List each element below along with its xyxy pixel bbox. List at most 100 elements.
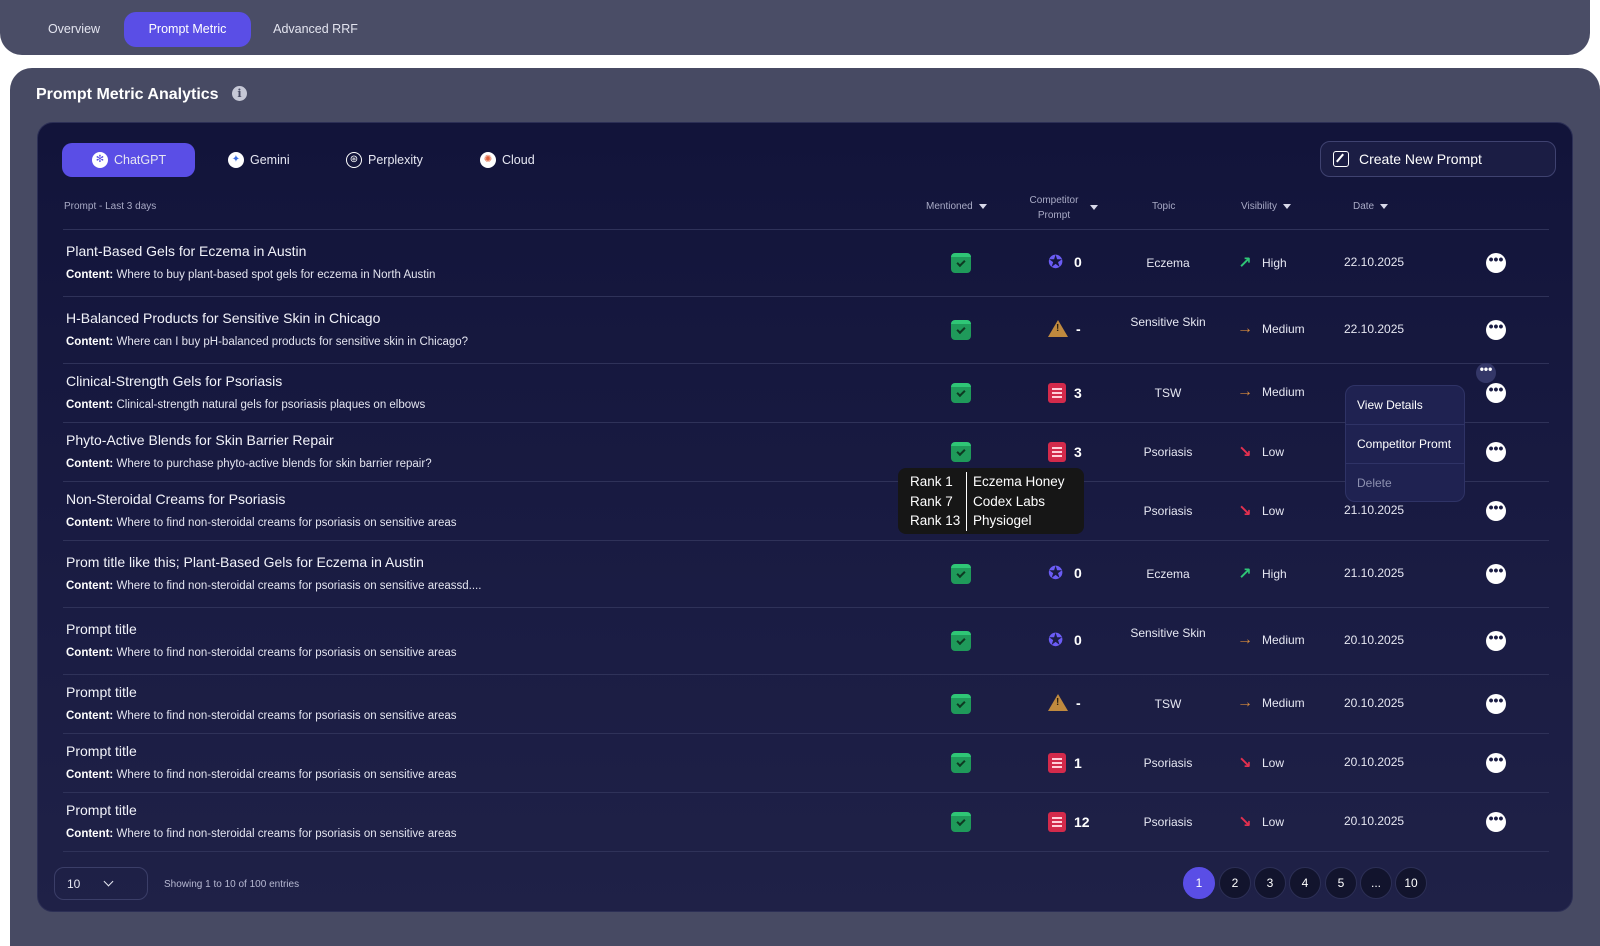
tab-gemini[interactable]: ✦ Gemini	[198, 143, 308, 177]
competitor-cell[interactable]: 12	[1048, 812, 1090, 832]
tab-label: Perplexity	[368, 153, 423, 167]
arrow-down-right-icon: ↘	[1238, 444, 1252, 461]
competitor-value: 3	[1074, 444, 1082, 460]
top-tab-bar: Overview Prompt Metric Advanced RRF	[0, 0, 1590, 55]
competitor-cell[interactable]: -	[1048, 320, 1081, 337]
date-cell: 22.10.2025	[1344, 255, 1405, 269]
menu-item-view-details[interactable]: View Details	[1346, 386, 1464, 425]
competitor-rank-tooltip: Rank 1 Eczema Honey Rank 7 Codex Labs Rank…	[898, 468, 1084, 534]
sort-caret-icon[interactable]	[1090, 205, 1098, 210]
table-row[interactable]: Clinical-Strength Gels for Psoriasis Con…	[38, 363, 1574, 422]
row-actions-menu: View Details Competitor Promt Delete	[1345, 385, 1465, 502]
topic-cell: Psoriasis	[1143, 815, 1193, 829]
header-mentioned[interactable]: Mentioned	[926, 201, 987, 212]
page-ellipsis[interactable]: ...	[1360, 867, 1392, 899]
row-content: Content: Where to purchase phyto-active …	[66, 458, 432, 470]
tab-prompt-metric[interactable]: Prompt Metric	[124, 12, 251, 47]
topic-cell: Psoriasis	[1143, 445, 1193, 459]
visibility-cell: ↗ High	[1236, 253, 1287, 273]
competitor-cell[interactable]: -	[1048, 694, 1081, 711]
topic-cell: Sensitive Skin	[1130, 315, 1206, 329]
competitor-cell[interactable]: 3	[1048, 383, 1082, 403]
header-date[interactable]: Date	[1353, 201, 1389, 212]
competitor-value: 12	[1074, 814, 1090, 830]
create-new-prompt-button[interactable]: Create New Prompt	[1320, 141, 1556, 177]
document-icon	[1048, 812, 1066, 832]
prompt-table-card: ✻ ChatGPT ✦ Gemini ⊛ Perplexity ✺ Cloud …	[37, 122, 1573, 912]
table-row[interactable]: Prompt title Content: Where to find non-…	[38, 674, 1574, 733]
row-title: Prompt title	[66, 684, 137, 700]
page-2-button[interactable]: 2	[1219, 867, 1251, 899]
more-options-button[interactable]: •••	[1486, 693, 1506, 714]
more-options-button[interactable]: •••	[1486, 563, 1506, 584]
tab-advanced-rrf[interactable]: Advanced RRF	[258, 12, 373, 47]
info-icon[interactable]: i	[232, 86, 247, 101]
visibility-value: High	[1262, 567, 1287, 581]
more-options-button[interactable]: •••	[1486, 252, 1506, 273]
page-5-button[interactable]: 5	[1325, 867, 1357, 899]
chatgpt-icon: ✻	[92, 152, 108, 168]
warning-icon	[1048, 694, 1068, 711]
visibility-value: Low	[1262, 504, 1285, 518]
more-options-button[interactable]: •••	[1486, 441, 1506, 462]
more-options-button[interactable]: •••	[1486, 752, 1506, 773]
table-row[interactable]: Plant-Based Gels for Eczema in Austin Co…	[38, 229, 1574, 296]
header-competitor-prompt[interactable]: Competitor Prompt	[1024, 193, 1084, 223]
competitor-cell[interactable]: 3	[1048, 442, 1082, 462]
more-options-button[interactable]: •••	[1486, 382, 1506, 403]
table-row[interactable]: Phyto-Active Blends for Skin Barrier Rep…	[38, 422, 1574, 481]
table-row[interactable]: Prom title like this; Plant-Based Gels f…	[38, 540, 1574, 607]
page-3-button[interactable]: 3	[1254, 867, 1286, 899]
header-visibility[interactable]: Visibility	[1241, 201, 1291, 212]
page-1-button[interactable]: 1	[1183, 867, 1215, 899]
tooltip-rank: Rank 1	[910, 474, 953, 489]
date-cell: 21.10.2025	[1344, 503, 1405, 517]
table-row[interactable]: Prompt title Content: Where to find non-…	[38, 607, 1574, 674]
tooltip-rank: Rank 13	[910, 513, 961, 528]
date-cell: 22.10.2025	[1344, 322, 1405, 336]
cloud-icon: ✺	[480, 152, 496, 168]
topic-cell: Psoriasis	[1143, 504, 1193, 518]
competitor-cell[interactable]: ✪ 0	[1048, 253, 1082, 271]
header-competitor-line2: Prompt	[1037, 210, 1071, 221]
visibility-value: High	[1262, 256, 1287, 270]
more-options-button[interactable]: •••	[1486, 811, 1506, 832]
competitor-cell[interactable]: ✪ 0	[1048, 564, 1082, 582]
visibility-cell: ↘ Low	[1236, 501, 1284, 521]
sort-caret-icon	[978, 203, 987, 209]
document-icon	[1048, 442, 1066, 462]
row-title: Prompt title	[66, 743, 137, 759]
tab-chatgpt[interactable]: ✻ ChatGPT	[62, 143, 195, 177]
table-row[interactable]: Non-Steroidal Creams for Psoriasis Conte…	[38, 481, 1574, 540]
tab-perplexity[interactable]: ⊛ Perplexity	[316, 143, 436, 177]
row-title: H-Balanced Products for Sensitive Skin i…	[66, 310, 381, 326]
visibility-value: Medium	[1262, 633, 1305, 647]
competitor-cell[interactable]: ✪ 0	[1048, 631, 1082, 649]
page-10-button[interactable]: 10	[1395, 867, 1427, 899]
menu-item-competitor-prompt[interactable]: Competitor Promt	[1346, 425, 1464, 464]
visibility-cell: → Medium	[1236, 383, 1305, 401]
table-row[interactable]: Prompt title Content: Where to find non-…	[38, 792, 1574, 851]
competitor-cell[interactable]: 1	[1048, 753, 1082, 773]
more-options-button-active[interactable]: •••	[1476, 363, 1496, 383]
row-content: Content: Where to find non-steroidal cre…	[66, 517, 457, 529]
tooltip-rank: Rank 7	[910, 493, 953, 509]
visibility-cell: ↗ High	[1236, 564, 1287, 584]
table-row[interactable]: H-Balanced Products for Sensitive Skin i…	[38, 296, 1574, 363]
row-content: Content: Where can I buy pH-balanced pro…	[66, 336, 469, 348]
tab-label: Gemini	[250, 153, 290, 167]
header-competitor-line1: Competitor	[1029, 195, 1079, 206]
tab-overview[interactable]: Overview	[30, 12, 118, 47]
page-4-button[interactable]: 4	[1289, 867, 1321, 899]
more-options-button[interactable]: •••	[1486, 630, 1506, 651]
more-options-button[interactable]: •••	[1486, 500, 1506, 521]
rows-per-page-select[interactable]: 10	[54, 867, 148, 900]
topic-cell: Eczema	[1146, 256, 1190, 270]
tab-cloud[interactable]: ✺ Cloud	[450, 143, 550, 177]
gemini-icon: ✦	[228, 152, 244, 168]
arrow-right-icon: →	[1237, 383, 1253, 400]
table-row[interactable]: Prompt title Content: Where to find non-…	[38, 733, 1574, 792]
menu-item-delete[interactable]: Delete	[1346, 464, 1464, 501]
competitor-value: 3	[1074, 385, 1082, 401]
more-options-button[interactable]: •••	[1486, 319, 1506, 340]
